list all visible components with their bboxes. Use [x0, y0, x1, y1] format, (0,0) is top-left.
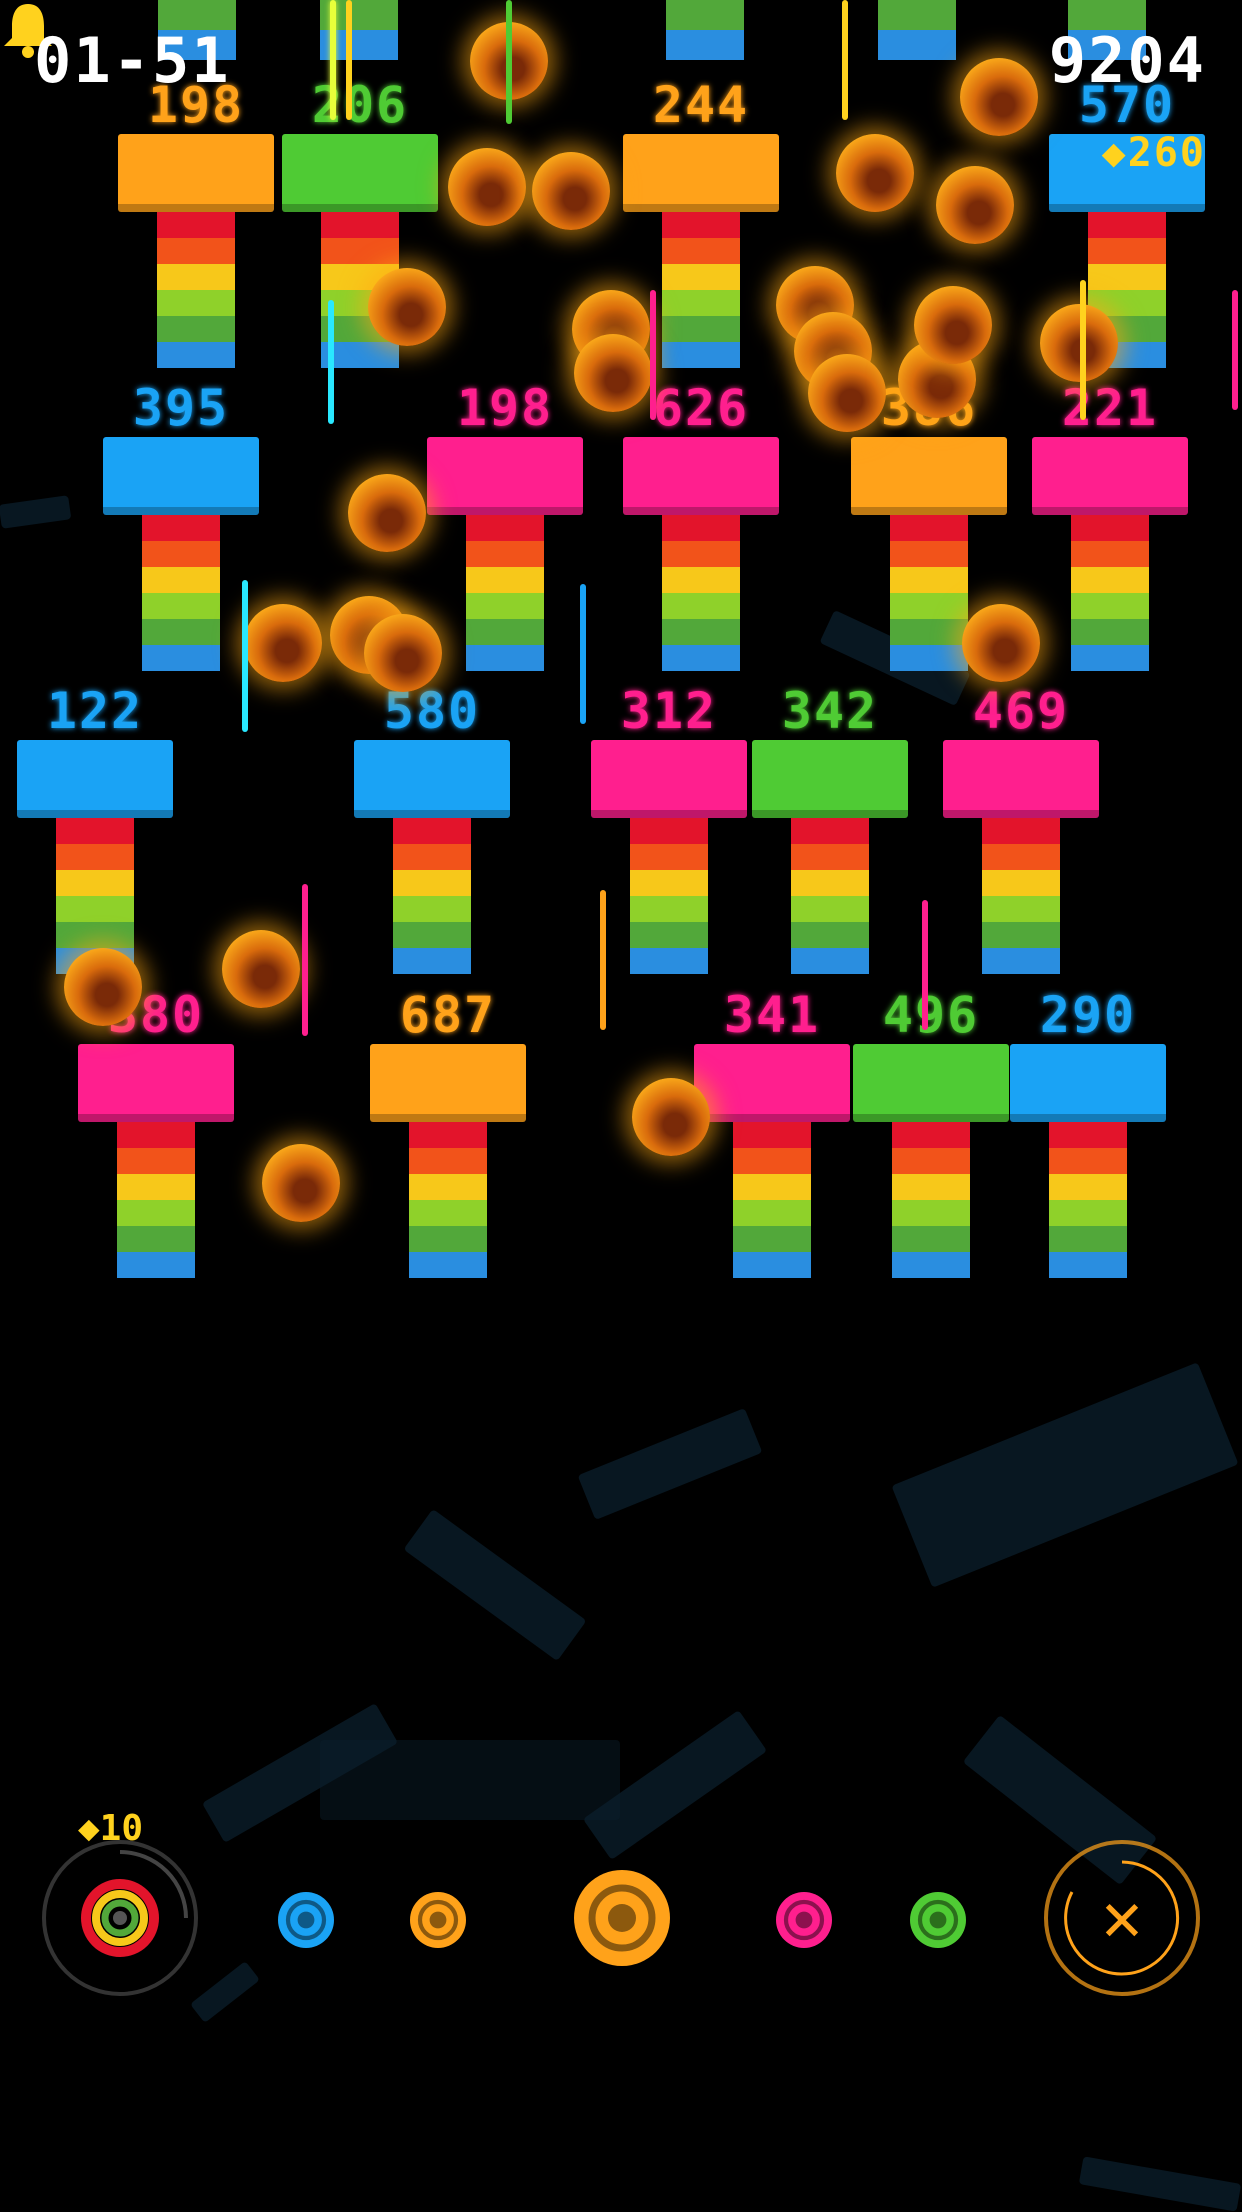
- brick-stem: [662, 515, 740, 671]
- background-shape: [190, 1960, 260, 2024]
- brick-stem: [157, 212, 235, 368]
- ball: [364, 614, 442, 692]
- level-indicator: 01-51: [34, 24, 231, 97]
- motion-streak: [330, 0, 336, 120]
- brick-stem: [791, 818, 869, 974]
- brick-cap: [1010, 1044, 1166, 1122]
- gem-counter: ◆260: [1101, 130, 1206, 176]
- motion-streak: [506, 0, 512, 124]
- brick-hit-count: 342: [781, 682, 879, 740]
- background-shape: [1078, 2156, 1242, 2212]
- brick-hit-count: 290: [1039, 986, 1137, 1044]
- brick-cap: [1032, 437, 1188, 515]
- motion-streak: [600, 890, 606, 1030]
- motion-streak: [242, 580, 248, 732]
- brick-hit-count: 198: [456, 379, 554, 437]
- brick-hit-count: 206: [311, 76, 409, 134]
- brick-cap: [591, 740, 747, 818]
- motion-streak: [328, 300, 334, 424]
- brick-hit-count: 687: [399, 986, 497, 1044]
- ball: [368, 268, 446, 346]
- brick-hit-count: 341: [723, 986, 821, 1044]
- brick-cap: [623, 134, 779, 212]
- brick-cap: [17, 740, 173, 818]
- brick-cap: [103, 437, 259, 515]
- brick-cap: [427, 437, 583, 515]
- ball: [222, 930, 300, 1008]
- brick-cap: [370, 1044, 526, 1122]
- ball: [262, 1144, 340, 1222]
- background-shape: [891, 1362, 1239, 1588]
- background-shape: [320, 1740, 620, 1820]
- color-button-blue[interactable]: [276, 1890, 336, 1950]
- brick-stem: [890, 515, 968, 671]
- brick-hit-count: 312: [620, 682, 718, 740]
- brick-stem: [393, 818, 471, 974]
- ball: [914, 286, 992, 364]
- motion-streak: [346, 0, 352, 120]
- motion-streak: [302, 884, 308, 1036]
- brick-cap: [851, 437, 1007, 515]
- brick-stem: [117, 1122, 195, 1278]
- close-icon: ✕: [1101, 1878, 1143, 1957]
- brick-cap: [282, 134, 438, 212]
- brick-hit-count: 244: [652, 76, 750, 134]
- close-button[interactable]: ✕: [1042, 1838, 1202, 1998]
- ball: [532, 152, 610, 230]
- brick-hit-count: 469: [972, 682, 1070, 740]
- ball: [936, 166, 1014, 244]
- color-button-orange[interactable]: [572, 1868, 672, 1968]
- ball: [632, 1078, 710, 1156]
- brick-cap: [118, 134, 274, 212]
- partial-block-stem: [878, 0, 956, 60]
- brick-cap: [752, 740, 908, 818]
- brick-hit-count: 496: [882, 986, 980, 1044]
- background-shape: [403, 1508, 587, 1662]
- motion-streak: [922, 900, 928, 1030]
- brick-stem: [733, 1122, 811, 1278]
- brick-hit-count: 580: [383, 682, 481, 740]
- brick-hit-count: 395: [132, 379, 230, 437]
- brick-hit-count: 221: [1061, 379, 1159, 437]
- motion-streak: [1080, 280, 1086, 420]
- ball: [1040, 304, 1118, 382]
- ball: [348, 474, 426, 552]
- brick-stem: [630, 818, 708, 974]
- motion-streak: [1232, 290, 1238, 410]
- brick-stem: [142, 515, 220, 671]
- brick-stem: [982, 818, 1060, 974]
- brick-cap: [943, 740, 1099, 818]
- ball: [244, 604, 322, 682]
- ball: [64, 948, 142, 1026]
- ball: [574, 334, 652, 412]
- brick-cap: [623, 437, 779, 515]
- ball: [808, 354, 886, 432]
- partial-block-stem: [666, 0, 744, 60]
- brick-stem: [662, 212, 740, 368]
- ball: [962, 604, 1040, 682]
- brick-stem: [1071, 515, 1149, 671]
- ball: [836, 134, 914, 212]
- brick-cap: [694, 1044, 850, 1122]
- color-button-green[interactable]: [908, 1890, 968, 1950]
- background-shape: [0, 495, 72, 529]
- brick-cap: [78, 1044, 234, 1122]
- background-shape: [577, 1408, 763, 1520]
- color-button-orange[interactable]: [408, 1890, 468, 1950]
- ball: [960, 58, 1038, 136]
- motion-streak: [650, 290, 656, 420]
- motion-streak: [580, 584, 586, 724]
- brick-cap: [354, 740, 510, 818]
- rainbow-target-icon[interactable]: [40, 1838, 200, 1998]
- brick-stem: [409, 1122, 487, 1278]
- brick-cap: [853, 1044, 1009, 1122]
- brick-hit-count: 122: [46, 682, 144, 740]
- brick-stem: [466, 515, 544, 671]
- brick-stem: [892, 1122, 970, 1278]
- score-counter: 9204: [1048, 24, 1206, 97]
- motion-streak: [842, 0, 848, 120]
- color-button-pink[interactable]: [774, 1890, 834, 1950]
- ball: [448, 148, 526, 226]
- brick-stem: [1049, 1122, 1127, 1278]
